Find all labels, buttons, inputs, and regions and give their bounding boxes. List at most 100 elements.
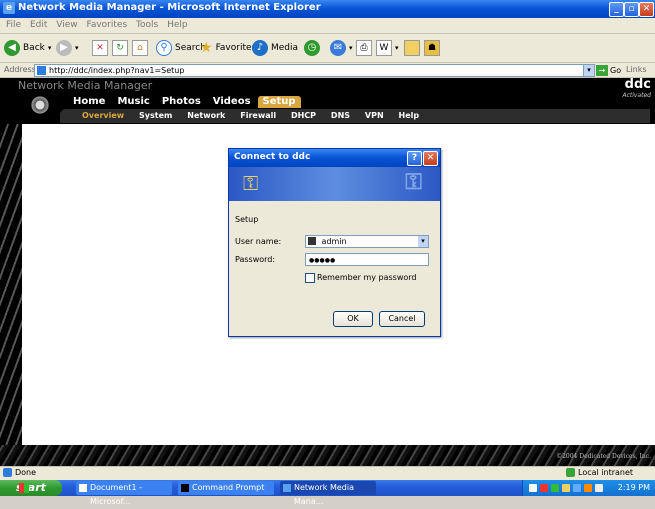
intranet-icon bbox=[566, 468, 575, 477]
system-tray: 2:19 PM bbox=[522, 480, 655, 496]
subnav-overview[interactable]: Overview bbox=[82, 111, 124, 120]
tray-icon[interactable] bbox=[562, 484, 570, 492]
close-button[interactable]: ✕ bbox=[639, 2, 654, 17]
stop-icon: ✕ bbox=[92, 40, 108, 56]
windows-logo-icon bbox=[19, 483, 29, 493]
menu-view[interactable]: View bbox=[56, 20, 77, 30]
task-nmm-label: Network Media Mana... bbox=[294, 483, 354, 506]
nav-photos[interactable]: Photos bbox=[162, 96, 201, 108]
status-bar: Done Local intranet bbox=[0, 466, 655, 480]
tray-icon[interactable] bbox=[540, 484, 548, 492]
edit-icon: W bbox=[376, 40, 392, 56]
security-zone: Local intranet bbox=[566, 468, 633, 477]
password-field[interactable]: ●●●●● bbox=[305, 253, 429, 266]
media-button[interactable]: ♪ Media bbox=[252, 40, 298, 56]
tray-icon[interactable] bbox=[529, 484, 537, 492]
stop-button[interactable]: ✕ bbox=[92, 40, 108, 56]
window-title-bar[interactable]: e Network Media Manager - Microsoft Inte… bbox=[0, 0, 655, 18]
dialog-close-button[interactable]: ✕ bbox=[423, 151, 438, 166]
dialog-body: Setup User name: admin ▾ Password: ●●●●●… bbox=[229, 201, 440, 336]
ie-icon bbox=[283, 484, 291, 492]
subnav-network[interactable]: Network bbox=[187, 111, 225, 120]
start-button[interactable]: start bbox=[0, 480, 62, 496]
maximize-button[interactable]: ▫ bbox=[624, 2, 639, 17]
history-button[interactable]: ◷ bbox=[304, 40, 320, 56]
decorative-left-stripe bbox=[0, 124, 22, 466]
task-command-prompt[interactable]: Command Prompt bbox=[178, 481, 274, 495]
dialog-title-bar[interactable]: Connect to ddc ? ✕ bbox=[229, 149, 440, 167]
logo-subtext: Activated bbox=[622, 92, 651, 99]
menu-help[interactable]: Help bbox=[167, 20, 188, 30]
password-value: ●●●●● bbox=[309, 257, 336, 264]
username-dropdown-icon[interactable]: ▾ bbox=[418, 236, 428, 247]
chevron-down-icon: ▾ bbox=[75, 44, 79, 52]
edit-button[interactable]: W ▾ bbox=[376, 40, 399, 56]
refresh-button[interactable]: ↻ bbox=[112, 40, 128, 56]
search-icon: ⚲ bbox=[156, 40, 172, 56]
links-button[interactable]: Links bbox=[626, 65, 647, 74]
messenger-button[interactable]: ☗ bbox=[424, 40, 440, 56]
star-icon: ★ bbox=[200, 40, 213, 56]
page-done-icon bbox=[3, 468, 12, 477]
folder-button[interactable] bbox=[404, 40, 420, 56]
forward-arrow-icon: ▶ bbox=[56, 40, 72, 56]
nav-setup[interactable]: Setup bbox=[257, 96, 301, 108]
menu-favorites[interactable]: Favorites bbox=[86, 20, 127, 30]
page-icon bbox=[37, 66, 46, 75]
mail-button[interactable]: ✉ ▾ bbox=[330, 40, 353, 56]
back-arrow-icon: ◀ bbox=[4, 40, 20, 56]
history-icon: ◷ bbox=[304, 40, 320, 56]
subnav-help[interactable]: Help bbox=[399, 111, 420, 120]
chevron-down-icon: ▾ bbox=[395, 44, 399, 52]
forward-button[interactable]: ▶ ▾ bbox=[56, 40, 79, 56]
remember-label[interactable]: Remember my password bbox=[317, 273, 417, 282]
username-label: User name: bbox=[235, 237, 282, 246]
clock[interactable]: 2:19 PM bbox=[618, 483, 650, 492]
menu-file[interactable]: File bbox=[6, 20, 21, 30]
tray-icon[interactable] bbox=[584, 484, 592, 492]
tray-icon[interactable] bbox=[573, 484, 581, 492]
back-button[interactable]: ◀ Back ▾ bbox=[4, 40, 51, 56]
subnav-vpn[interactable]: VPN bbox=[365, 111, 384, 120]
nav-home[interactable]: Home bbox=[73, 96, 105, 108]
mail-icon: ✉ bbox=[330, 40, 346, 56]
favorites-button[interactable]: ★ Favorites bbox=[200, 40, 256, 56]
dialog-help-button[interactable]: ? bbox=[407, 151, 422, 166]
subnav-firewall[interactable]: Firewall bbox=[240, 111, 276, 120]
cancel-button[interactable]: Cancel bbox=[379, 311, 425, 327]
nav-videos[interactable]: Videos bbox=[213, 96, 251, 108]
tray-icon[interactable] bbox=[595, 484, 603, 492]
chevron-down-icon: ▾ bbox=[47, 44, 52, 52]
sub-nav: Overview System Network Firewall DHCP DN… bbox=[60, 109, 650, 123]
print-button[interactable]: ⎙ bbox=[356, 40, 372, 56]
subnav-dns[interactable]: DNS bbox=[331, 111, 350, 120]
menu-tools[interactable]: Tools bbox=[136, 20, 158, 30]
tray-icon[interactable] bbox=[551, 484, 559, 492]
username-field[interactable]: admin ▾ bbox=[305, 235, 429, 248]
go-label: Go bbox=[610, 65, 622, 75]
task-document1[interactable]: Document1 - Microsof... bbox=[76, 481, 172, 506]
go-arrow-icon: → bbox=[596, 64, 608, 76]
keys-watermark-icon: ⚿ bbox=[405, 170, 422, 195]
status-text: Done bbox=[3, 468, 36, 477]
ok-button[interactable]: OK bbox=[333, 311, 373, 327]
messenger-icon: ☗ bbox=[424, 40, 440, 56]
address-dropdown-button[interactable]: ▾ bbox=[583, 64, 595, 77]
go-button[interactable]: → Go bbox=[596, 64, 621, 76]
menu-edit[interactable]: Edit bbox=[30, 20, 47, 30]
taskbar: start Document1 - Microsof... Command Pr… bbox=[0, 480, 655, 506]
nav-music[interactable]: Music bbox=[117, 96, 149, 108]
password-label: Password: bbox=[235, 255, 276, 264]
menu-bar: File Edit View Favorites Tools Help bbox=[0, 18, 655, 34]
home-button[interactable]: ⌂ bbox=[132, 40, 148, 56]
address-bar: Address http://ddc/index.php?nav1=Setup … bbox=[0, 63, 655, 78]
address-input[interactable]: http://ddc/index.php?nav1=Setup bbox=[34, 64, 584, 77]
copyright-text: ©2004 Dedicated Devices, Inc. bbox=[556, 453, 651, 460]
keys-icon: ⚿ bbox=[243, 171, 259, 195]
remember-checkbox[interactable] bbox=[305, 273, 315, 283]
task-network-media-manager[interactable]: Network Media Mana... bbox=[280, 481, 376, 506]
minimize-button[interactable]: _ bbox=[609, 2, 624, 17]
subnav-dhcp[interactable]: DHCP bbox=[291, 111, 316, 120]
search-button[interactable]: ⚲ Search bbox=[156, 40, 206, 56]
subnav-system[interactable]: System bbox=[139, 111, 172, 120]
